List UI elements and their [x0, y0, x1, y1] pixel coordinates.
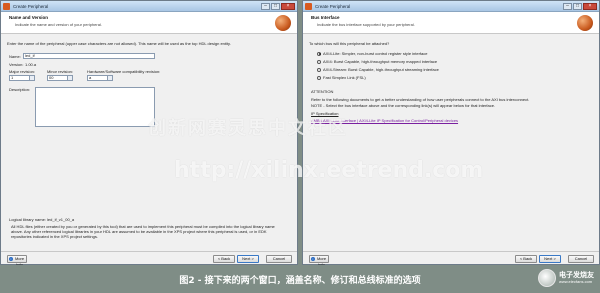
- cancel-button[interactable]: Cancel: [568, 255, 594, 263]
- elecfans-brand: 电子发烧友 www.elecfans.com: [538, 269, 594, 287]
- hw-compat-select[interactable]: a: [87, 75, 113, 81]
- radio-icon[interactable]: [317, 67, 321, 72]
- radio-icon[interactable]: [317, 59, 321, 64]
- bus-option-axi4[interactable]: AXI4: Burst Capable, high-throughput mem…: [317, 59, 437, 64]
- description-textarea[interactable]: [35, 87, 155, 127]
- minimize-icon[interactable]: –: [261, 2, 270, 10]
- page-subtitle: Indicate the bus interface supported by …: [317, 22, 415, 27]
- version-value: 1.00.a: [25, 62, 37, 67]
- wizard-header: Name and Version Indicate the name and v…: [1, 12, 297, 34]
- wizard-header: Bus Interface Indicate the bus interface…: [303, 12, 599, 34]
- bus-option-label: AXI4: Burst Capable, high-throughput mem…: [323, 59, 438, 64]
- watermark-url: http://xilinx.eetrend.com: [174, 158, 484, 183]
- version-label: Version:: [9, 62, 24, 67]
- page-title: Name and Version: [9, 15, 49, 20]
- close-icon[interactable]: ×: [583, 2, 597, 10]
- title-bar[interactable]: Create Peripheral – □ ×: [303, 1, 599, 12]
- brand-name: 电子发烧友: [559, 272, 594, 279]
- window-title: Create Peripheral: [13, 3, 49, 9]
- close-icon[interactable]: ×: [281, 2, 295, 10]
- bus-option-fsl[interactable]: Fast Simplex Link (FSL): [317, 75, 366, 80]
- name-input[interactable]: led_if: [23, 53, 155, 59]
- title-bar[interactable]: Create Peripheral – □ ×: [1, 1, 297, 12]
- note-text: NOTE - Select the bus interface above an…: [311, 103, 496, 108]
- wizard-footer: i More Info < Back Next > Cancel: [1, 251, 297, 267]
- watermark-chinese: 创新网赛灵思中文社区: [148, 118, 348, 139]
- hw-compat-label: Hardware/Software compatibility revision…: [87, 69, 161, 74]
- wizard-footer: i More Info < Back Next > Cancel: [303, 251, 599, 267]
- bus-option-axi4-stream[interactable]: AXI4-Stream: Burst Capable, high-through…: [317, 67, 439, 72]
- back-button[interactable]: < Back: [515, 255, 537, 263]
- elecfans-logo-icon: [538, 269, 556, 287]
- minor-revision-label: Minor revision:: [47, 69, 74, 74]
- library-info-text: All HDL files (either created by you or …: [11, 224, 275, 239]
- description-label: Description:: [9, 87, 31, 92]
- maximize-icon[interactable]: □: [271, 2, 280, 10]
- cancel-button[interactable]: Cancel: [266, 255, 292, 263]
- major-revision-label: Major revision:: [9, 69, 36, 74]
- xilinx-logo-icon: [275, 15, 291, 31]
- library-name-label: Logical library name: led_if_v1_00_a: [9, 217, 75, 222]
- info-icon: i: [9, 257, 13, 261]
- bus-option-label: Fast Simplex Link (FSL): [323, 75, 366, 80]
- more-info-button[interactable]: i More Info: [309, 255, 329, 267]
- page-subtitle: Indicate the name and version of your pe…: [15, 22, 102, 27]
- page-title: Bus Interface: [311, 15, 340, 20]
- minor-revision-stepper[interactable]: 00: [47, 75, 73, 81]
- app-icon: [3, 2, 10, 10]
- minimize-icon[interactable]: –: [563, 2, 572, 10]
- back-button[interactable]: < Back: [213, 255, 235, 263]
- window-title: Create Peripheral: [315, 3, 351, 9]
- figure-caption: 图2 - 接下来的两个窗口，涵盖名称、修订和总线标准的选项: [0, 265, 600, 293]
- brand-url: www.elecfans.com: [559, 279, 593, 284]
- maximize-icon[interactable]: □: [573, 2, 582, 10]
- app-icon: [305, 2, 312, 10]
- next-button[interactable]: Next >: [237, 255, 259, 263]
- more-info-button[interactable]: i More Info: [7, 255, 27, 267]
- bus-question: To which bus will this peripheral be att…: [309, 41, 390, 46]
- name-label: Name:: [9, 54, 21, 59]
- radio-icon[interactable]: [317, 51, 321, 56]
- bus-option-label: AXI4-Stream: Burst Capable, high-through…: [323, 67, 439, 72]
- intro-text: Enter the name of the peripheral (upper …: [7, 41, 231, 46]
- xilinx-logo-icon: [577, 15, 593, 31]
- info-icon: i: [311, 257, 315, 261]
- bus-option-axi4-lite[interactable]: AXI4-Lite: Simpler, non-burst control re…: [317, 51, 428, 56]
- attention-text: Refer to the following documents to get …: [311, 97, 530, 102]
- attention-title: ATTENTION: [311, 89, 334, 94]
- next-button[interactable]: Next >: [539, 255, 561, 263]
- major-revision-stepper[interactable]: 1: [9, 75, 35, 81]
- bus-option-label: AXI4-Lite: Simpler, non-burst control re…: [323, 51, 428, 56]
- radio-icon[interactable]: [317, 75, 321, 80]
